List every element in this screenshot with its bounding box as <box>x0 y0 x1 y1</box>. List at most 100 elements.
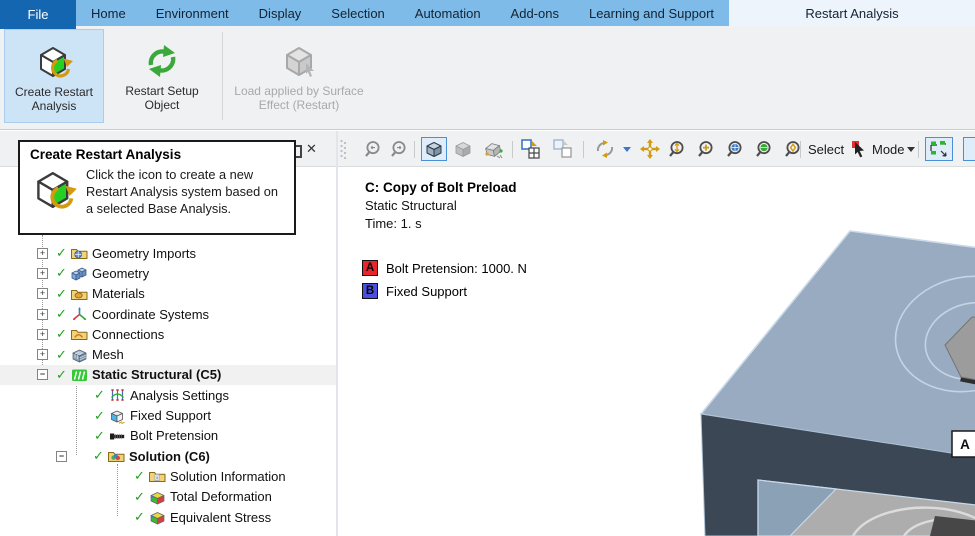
solution-info-icon: i <box>148 468 167 484</box>
tree-item-fixed-support[interactable]: ✓ Fixed Support <box>0 405 336 425</box>
expand-icon[interactable]: + <box>37 328 48 340</box>
tree-item-mesh[interactable]: + ✓ Mesh <box>0 344 336 364</box>
collapse-icon[interactable]: − <box>37 369 48 381</box>
tree-item-label: Fixed Support <box>130 408 211 424</box>
close-icon[interactable]: ✕ <box>306 141 317 157</box>
tree-item-materials[interactable]: + ✓ Materials <box>0 284 336 304</box>
create-restart-tooltip: Create Restart Analysis Click the icon t… <box>18 140 296 235</box>
tree-item-total-deformation[interactable]: ✓ Total Deformation <box>0 487 336 507</box>
tab-display[interactable]: Display <box>244 0 317 26</box>
check-icon: ✓ <box>134 509 145 524</box>
load-text-b: Fixed Support <box>386 283 467 299</box>
tree-item-bolt-pretension[interactable]: ✓ Bolt Pretension <box>0 426 336 446</box>
expand-icon[interactable]: + <box>37 267 48 279</box>
load-item-a: A Bolt Pretension: 1000. N <box>362 260 527 276</box>
split-window-alt-icon[interactable] <box>551 137 577 161</box>
pan-icon[interactable] <box>638 137 662 161</box>
cursor-select-icon[interactable] <box>849 137 869 161</box>
graphics-viewport[interactable]: A C: Copy of Bolt Preload Static Structu… <box>338 167 975 536</box>
tree-item-label: Mesh <box>92 347 124 363</box>
tab-bar: Home Environment Display Selection Automatio… <box>0 0 975 26</box>
tree-item-label: Analysis Settings <box>130 387 229 403</box>
static-structural-icon <box>70 367 89 383</box>
tab-restart-analysis[interactable]: Restart Analysis <box>729 0 975 26</box>
check-icon: ✓ <box>56 306 67 322</box>
create-restart-analysis-button[interactable]: Create Restart Analysis <box>4 29 104 123</box>
tab-add-ons[interactable]: Add-ons <box>496 0 574 26</box>
tree-item-label: Geometry Imports <box>92 245 197 261</box>
tree-item-static-structural-c5-[interactable]: − ✓ Static Structural (C5) <box>0 364 336 386</box>
dropdown-caret[interactable] <box>622 137 632 161</box>
expand-icon[interactable]: + <box>37 349 48 361</box>
collapse-icon[interactable]: − <box>56 450 67 462</box>
toolbar-grip[interactable] <box>339 137 347 161</box>
tree-item-equivalent-stress[interactable]: ✓ Equivalent Stress <box>0 507 336 527</box>
tree-item-connections[interactable]: + ✓ Connections <box>0 324 336 344</box>
restart-cube-icon <box>34 39 74 85</box>
tree-item-solution-c6-[interactable]: − ✓ Solution (C6) <box>0 446 336 466</box>
check-icon: ✓ <box>94 407 105 423</box>
edge-color-cube-icon[interactable] <box>482 137 506 161</box>
zoom-fit-icon[interactable] <box>724 137 747 161</box>
partial-next-icon[interactable] <box>963 137 975 161</box>
model-load-label: A <box>951 430 975 458</box>
coordinate-axes-icon <box>70 306 89 322</box>
tree-item-label: Geometry <box>92 265 150 281</box>
tab-learning-and-support[interactable]: Learning and Support <box>574 0 729 26</box>
tab-home[interactable]: Home <box>76 0 141 26</box>
check-icon: ✓ <box>134 468 145 484</box>
expand-icon[interactable]: + <box>37 308 48 320</box>
tab-selection[interactable]: Selection <box>316 0 399 26</box>
mode-label: Mode <box>872 141 905 157</box>
tree-item-coordinate-systems[interactable]: + ✓ Coordinate Systems <box>0 304 336 324</box>
zoom-box-icon[interactable] <box>695 137 718 161</box>
geometry-cubes-icon <box>70 265 89 281</box>
tree-item-geometry[interactable]: + ✓ Geometry <box>0 263 336 283</box>
zoom-next-icon[interactable] <box>388 137 410 161</box>
check-icon: ✓ <box>56 346 67 362</box>
ribbon: Create Restart Analysis Restart Setup Ob… <box>0 26 975 130</box>
toolbar-separator <box>800 141 801 158</box>
split-window-icon[interactable] <box>519 137 545 161</box>
tree-item-solution-information[interactable]: ✓ i Solution Information <box>0 466 336 486</box>
check-icon: ✓ <box>56 326 67 342</box>
analysis-time: Time: 1. s <box>365 216 422 231</box>
tree-item-label: Solution (C6) <box>129 448 210 464</box>
tab-file[interactable]: File <box>0 0 76 29</box>
load-text-a: Bolt Pretension: 1000. N <box>386 260 527 276</box>
result-cube-icon <box>148 509 167 525</box>
tab-automation[interactable]: Automation <box>400 0 496 26</box>
mesh-cube-icon <box>70 347 89 363</box>
restart-cube-icon <box>30 166 78 219</box>
rotate-icon[interactable] <box>592 137 618 161</box>
tree-item-label: Materials <box>92 286 145 302</box>
wireframe-select-icon[interactable] <box>925 137 953 161</box>
zoom-icon[interactable] <box>666 137 689 161</box>
load-badge-a: A <box>362 260 378 276</box>
dropdown-caret[interactable] <box>906 137 916 161</box>
folder-connections-icon <box>70 326 89 342</box>
view-cube-icon[interactable] <box>421 137 447 161</box>
tooltip-title: Create Restart Analysis <box>30 147 182 162</box>
load-badge-b: B <box>362 283 378 299</box>
solution-folder-icon <box>107 448 126 464</box>
select-label: Select <box>808 141 845 157</box>
zoom-fit-green-icon[interactable] <box>753 137 776 161</box>
zoom-prev-icon[interactable] <box>362 137 384 161</box>
tree-item-label: Solution Information <box>170 468 286 484</box>
restart-setup-object-button[interactable]: Restart Setup Object <box>108 29 216 123</box>
tab-strip: Home Environment Display Selection Automatio… <box>76 0 975 26</box>
expand-icon[interactable]: + <box>37 288 48 300</box>
tree-item-label: Static Structural (C5) <box>92 367 222 383</box>
tooltip-body: Click the icon to create a new Restart A… <box>86 167 279 216</box>
zoom-extents-icon[interactable] <box>782 137 805 161</box>
folder-material-icon <box>70 286 89 302</box>
tree-item-label: Connections <box>92 326 165 342</box>
tree-item-analysis-settings[interactable]: ✓ Analysis Settings <box>0 385 336 405</box>
tab-environment[interactable]: Environment <box>141 0 244 26</box>
bolt-preload-model: A <box>699 230 975 536</box>
shaded-cube-icon[interactable] <box>452 137 474 161</box>
expand-icon[interactable]: + <box>37 247 48 259</box>
tree-item-geometry-imports[interactable]: + ✓ Geometry Imports <box>0 243 336 263</box>
green-recycle-icon <box>142 38 182 84</box>
